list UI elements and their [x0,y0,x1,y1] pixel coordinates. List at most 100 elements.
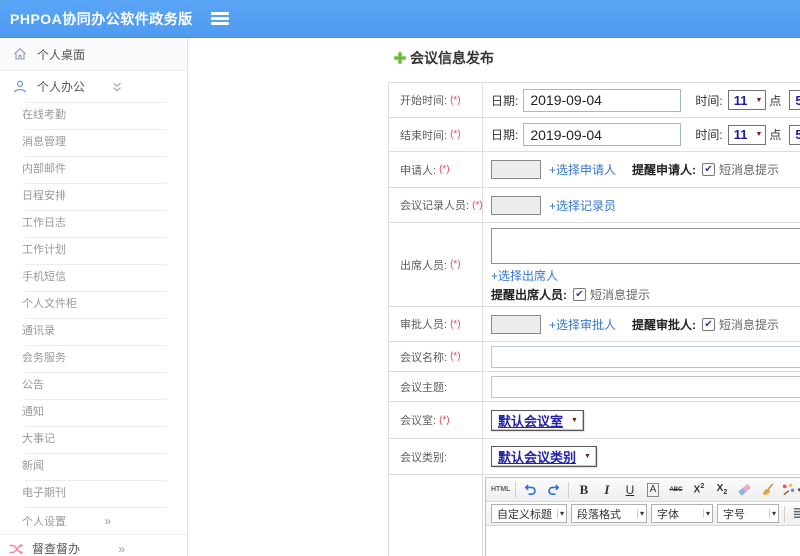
choose-approver-link[interactable]: +选择审批人 [549,316,616,333]
redo-icon[interactable] [543,480,564,500]
choose-recorder-link[interactable]: +选择记录员 [549,197,616,214]
sidebar-item-settings[interactable]: 个人设置 » [0,507,187,534]
field-label: 会议记录人员: [400,200,470,212]
double-chevron-right-icon: » [104,513,111,528]
clear-format-icon[interactable] [757,480,778,500]
field-label: 开始时间: [400,95,448,107]
start-date-input[interactable] [523,88,682,112]
meeting-category-select[interactable]: 默认会议类别 ▼ [491,446,597,467]
sidebar-item-label: 个人桌面 [37,47,86,62]
superscript-icon[interactable]: X2 [688,480,709,500]
hamburger-menu-icon[interactable] [210,10,229,28]
start-minute-select[interactable]: 55▼ [789,90,800,110]
end-hour-select[interactable]: 11 ▼ [727,124,767,145]
field-label: 会议名称: [400,351,448,364]
font-family-select[interactable]: 字体 ▾ [651,504,713,523]
sidebar-item[interactable]: 电子期刊 [0,480,187,507]
required-mark: (*) [450,351,461,362]
sidebar-item[interactable]: 公告 [0,372,187,399]
chevron-down-icon: ▼ [755,96,763,104]
end-time-row: 结束时间:(*) 日期: 时间: 11▼ 点 55▼ 分 [389,118,800,152]
editor-content-area[interactable] [486,526,800,556]
applicant-input[interactable] [491,160,541,179]
toolbar-separator [515,481,517,498]
italic-icon[interactable]: I [596,480,617,500]
sms-hint-label: 短消息提示 [590,288,651,302]
field-label: 会议室: [400,415,437,427]
sidebar-group-personal-office[interactable]: 个人办公 [0,71,187,102]
field-label: 会议主题: [400,381,448,394]
sidebar-item[interactable]: 内部邮件 [0,156,187,183]
sidebar-item-desktop[interactable]: 个人桌面 [0,38,187,71]
field-label: 申请人: [400,164,437,177]
sidebar-item[interactable]: 大事记 [0,426,187,453]
choose-attendee-link[interactable]: +选择出席人 [491,269,558,283]
approver-input[interactable] [491,314,541,334]
chevron-down-icon: ▾ [636,509,646,518]
attendee-textarea[interactable] [491,228,800,264]
recorder-input[interactable] [491,195,541,215]
chevron-down-icon: ▼ [571,416,578,424]
align-left-icon[interactable] [789,504,800,524]
format-painter-icon[interactable]: ▾ [780,480,800,500]
meeting-name-input[interactable] [491,345,800,368]
paragraph-format-select[interactable]: 段落格式 ▾ [571,504,647,523]
choose-applicant-link[interactable]: +选择申请人 [549,161,616,178]
html-source-button[interactable]: HTML [490,480,511,500]
heading-select[interactable]: 自定义标题 ▾ [491,504,567,523]
sidebar-item[interactable]: 工作日志 [0,210,187,237]
meeting-room-select[interactable]: 默认会议室 ▼ [491,409,584,431]
sidebar-item[interactable]: 手机短信 [0,264,187,291]
plus-icon [393,51,407,65]
user-icon [12,79,28,95]
required-mark: (*) [450,94,461,106]
sidebar-item[interactable]: 会务服务 [0,345,187,372]
meeting-category-row: 会议类别: 默认会议类别 ▼ [389,439,800,475]
meeting-form: 开始时间:(*) 日期: 时间: 11▼ 点 55▼ 分 结束时间:(*) 日期… [388,82,800,556]
date-label: 日期: [491,128,519,142]
applicant-sms-checkbox[interactable]: ✔ [702,163,716,176]
hour-unit-label: 点 [769,93,782,108]
required-mark: (*) [439,164,450,175]
double-chevron-down-icon [109,79,125,95]
sidebar-item-supervision[interactable]: 督查督办 » [0,534,187,556]
editor-toolbar-row-1: HTMLBIUAABCX2X2▾66TA▾ab▾123▾▾ [486,478,800,502]
bold-icon[interactable]: B [573,480,594,500]
toolbar-separator [568,481,570,498]
attendee-row: 出席人员: (*) +选择出席人 提醒出席人员: ✔ 短消息提示 [389,223,800,307]
sidebar: 个人桌面 个人办公 在线考勤 消息管理 内部邮件 日程安排 工作日志 工作计划 手机短信 个人… [0,38,188,556]
editor-toolbar-row-2: 自定义标题 ▾ 段落格式 ▾ 字体 ▾ 字号 ▾ [486,502,800,526]
sidebar-item[interactable]: 通知 [0,399,187,426]
sidebar-item[interactable]: 工作计划 [0,237,187,264]
required-mark: (*) [439,414,450,426]
undo-icon[interactable] [520,480,541,500]
meeting-subject-input[interactable] [491,375,800,398]
attendee-sms-checkbox[interactable]: ✔ [573,288,586,301]
double-chevron-right-icon: » [118,541,125,556]
sidebar-item[interactable]: 日程安排 [0,183,187,210]
meeting-content-row: HTMLBIUAABCX2X2▾66TA▾ab▾123▾▾ 自定义标题▾段落格式… [389,475,800,556]
underline-icon[interactable]: U [619,480,640,500]
sidebar-item[interactable]: 消息管理 [0,129,187,156]
sidebar-item[interactable]: 通讯录 [0,318,187,345]
field-label: 审批人员: [400,319,448,331]
rich-text-editor: HTMLBIUAABCX2X2▾66TA▾ab▾123▾▾ 自定义标题▾段落格式… [485,477,800,556]
font-size-select[interactable]: 字号 ▾ [717,504,779,523]
sidebar-item[interactable]: 新闻 [0,453,187,480]
end-minute-select[interactable]: 55▼ [789,124,800,145]
page-title: 会议信息发布 [410,50,494,66]
chevron-down-icon: ▾ [556,509,566,518]
strikethrough-icon[interactable]: ABC [665,480,686,500]
sidebar-group-label: 个人办公 [37,80,86,94]
font-style-icon[interactable]: A [642,480,663,500]
end-date-input[interactable] [523,123,682,146]
sidebar-item[interactable]: 在线考勤 [0,102,187,129]
start-hour-select[interactable]: 11 ▼ [727,90,767,110]
required-mark: (*) [450,259,461,270]
sidebar-item[interactable]: 个人文件柜 [0,291,187,318]
required-mark: (*) [450,129,461,140]
eraser-icon[interactable] [734,480,755,500]
approver-sms-checkbox[interactable]: ✔ [702,317,716,331]
subscript-icon[interactable]: X2 [711,480,732,500]
sidebar-item-label: 个人设置 [22,515,66,528]
